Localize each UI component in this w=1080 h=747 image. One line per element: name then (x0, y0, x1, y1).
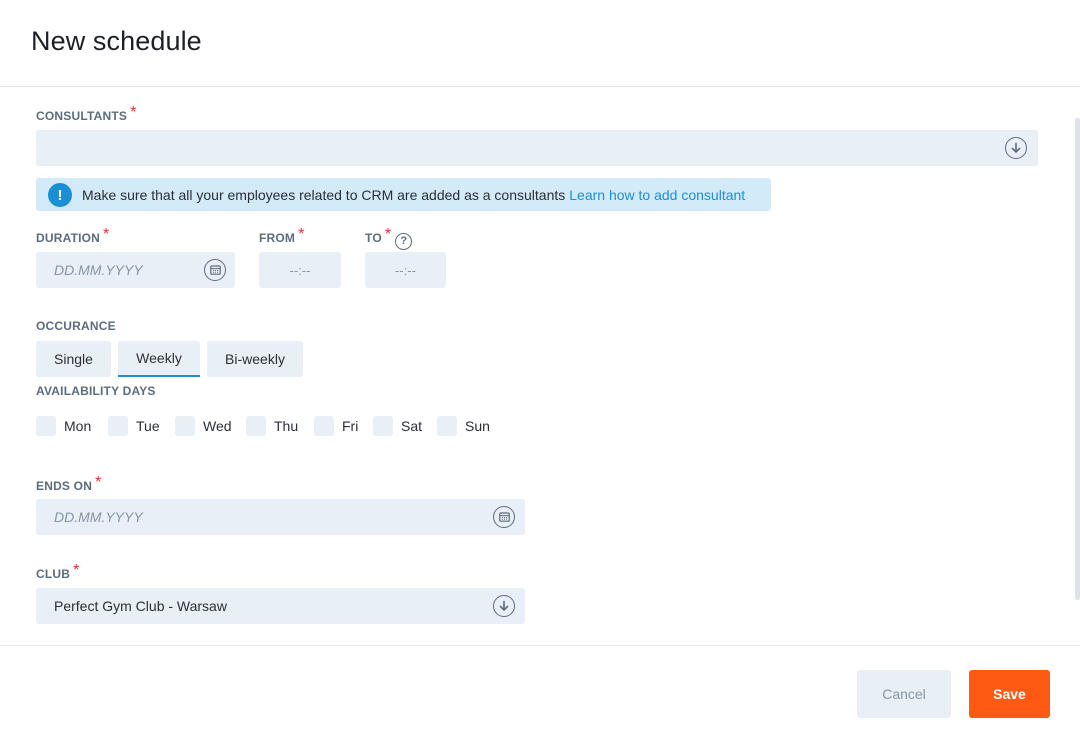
checkbox[interactable] (314, 416, 334, 436)
from-time-input[interactable]: --:-- (259, 252, 341, 288)
calendar-icon[interactable] (493, 506, 515, 528)
checkbox[interactable] (36, 416, 56, 436)
day-checkbox-sun[interactable]: Sun (437, 415, 490, 437)
checkbox[interactable] (246, 416, 266, 436)
dialog-header: New schedule (0, 0, 1080, 87)
calendar-icon[interactable] (204, 259, 226, 281)
arrow-down-circle-icon[interactable] (1005, 137, 1027, 159)
from-placeholder: --:-- (289, 262, 311, 278)
duration-label: DURATION * (36, 226, 110, 245)
club-label: CLUB * (36, 562, 80, 581)
learn-consultant-link[interactable]: Learn how to add consultant (569, 187, 745, 203)
to-label: TO *? (365, 226, 413, 250)
ends-on-label: ENDS ON * (36, 474, 102, 493)
consultants-select[interactable] (36, 130, 1038, 166)
arrow-down-circle-icon[interactable] (493, 595, 515, 617)
day-checkbox-sat[interactable]: Sat (373, 415, 422, 437)
scrollbar[interactable] (1075, 118, 1080, 600)
club-value: Perfect Gym Club - Warsaw (54, 598, 227, 614)
day-checkbox-mon[interactable]: Mon (36, 415, 91, 437)
info-banner: ! Make sure that all your employees rela… (36, 178, 771, 211)
consultants-label: CONSULTANTS * (36, 104, 137, 123)
day-checkbox-tue[interactable]: Tue (108, 415, 160, 437)
help-icon[interactable]: ? (395, 232, 413, 250)
info-text: Make sure that all your employees relate… (82, 186, 566, 203)
duration-placeholder: DD.MM.YYYY (54, 262, 143, 278)
to-placeholder: --:-- (395, 262, 416, 278)
day-checkbox-fri[interactable]: Fri (314, 415, 358, 437)
checkbox[interactable] (373, 416, 393, 436)
occurrence-label: OCCURANCE (36, 319, 116, 333)
checkbox[interactable] (437, 416, 457, 436)
occurrence-weekly-option[interactable]: Weekly (118, 341, 200, 377)
save-button[interactable]: Save (969, 670, 1050, 718)
occurrence-single-option[interactable]: Single (36, 341, 111, 377)
day-checkbox-wed[interactable]: Wed (175, 415, 232, 437)
ends-on-placeholder: DD.MM.YYYY (54, 509, 143, 525)
checkbox[interactable] (175, 416, 195, 436)
exclamation-icon: ! (48, 183, 72, 207)
occurrence-biweekly-option[interactable]: Bi-weekly (207, 341, 303, 377)
day-checkbox-thu[interactable]: Thu (246, 415, 298, 437)
availability-days-label: AVAILABILITY DAYS (36, 384, 156, 398)
to-time-input[interactable]: --:-- (365, 252, 446, 288)
duration-date-input[interactable]: DD.MM.YYYY (36, 252, 235, 288)
checkbox[interactable] (108, 416, 128, 436)
from-label: FROM * (259, 226, 305, 245)
club-select[interactable]: Perfect Gym Club - Warsaw (36, 588, 525, 624)
dialog-title: New schedule (31, 26, 202, 56)
ends-on-date-input[interactable]: DD.MM.YYYY (36, 499, 525, 535)
cancel-button[interactable]: Cancel (857, 670, 951, 718)
